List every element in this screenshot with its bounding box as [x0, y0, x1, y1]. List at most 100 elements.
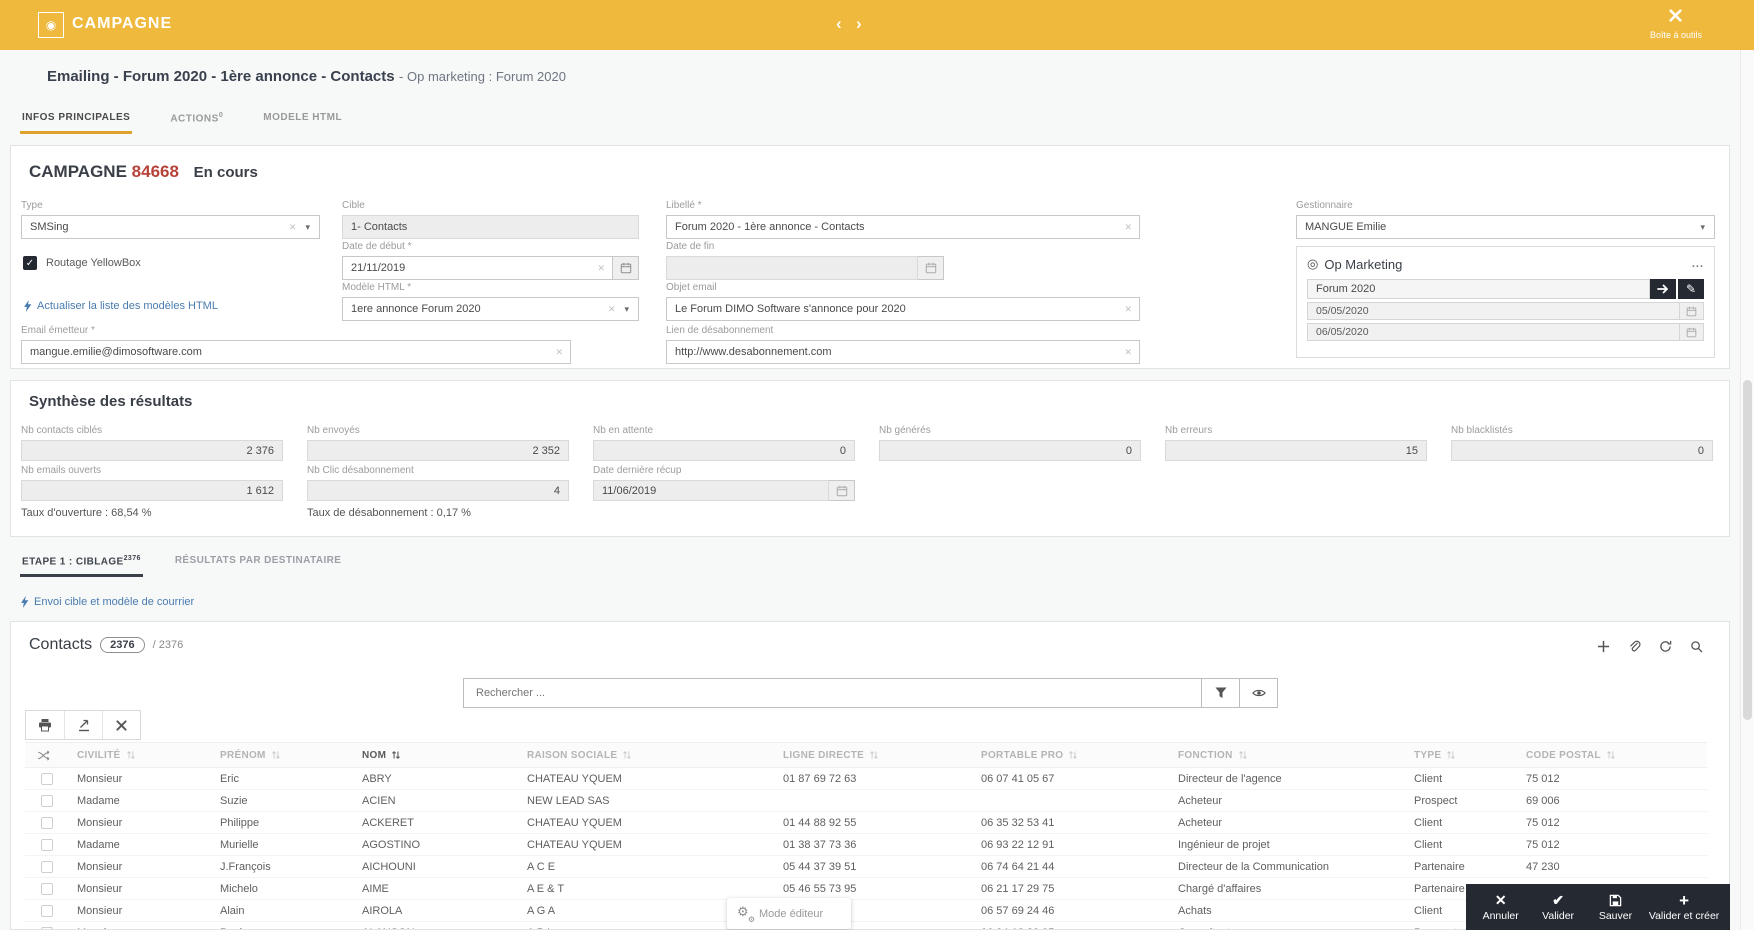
- print-button[interactable]: [26, 711, 64, 739]
- sort-icon[interactable]: [1068, 750, 1078, 760]
- shuffle-icon[interactable]: [25, 742, 71, 768]
- search-input[interactable]: [464, 687, 1201, 699]
- envoi-cible-link[interactable]: Envoi cible et modèle de courrier: [20, 596, 194, 608]
- gestionnaire-select[interactable]: [1297, 221, 1699, 233]
- editor-mode-button[interactable]: ⚙ ⚙ Mode éditeur: [727, 898, 851, 929]
- objet-email-field: Objet email ✕: [666, 282, 1140, 321]
- calendar-icon: [829, 480, 855, 501]
- attach-icon[interactable]: [1628, 640, 1641, 653]
- row-checkbox[interactable]: [41, 838, 53, 851]
- lightning-icon: [24, 300, 32, 312]
- routage-checkbox[interactable]: ✓: [23, 256, 37, 270]
- op-date-start: 05/05/2020: [1307, 302, 1680, 320]
- refresh-models-link[interactable]: Actualiser la liste des modèles HTML: [23, 300, 218, 312]
- sort-icon[interactable]: [869, 750, 879, 760]
- table-row[interactable]: Monsieur Philippe ACKERET CHATEAU YQUEM 01 4…: [25, 811, 1707, 834]
- sort-icon[interactable]: [126, 750, 136, 760]
- clear-icon[interactable]: ✕: [601, 304, 623, 315]
- modele-html-input[interactable]: [343, 303, 601, 315]
- routage-checkbox-row[interactable]: ✓ Routage YellowBox: [23, 256, 141, 270]
- save-button[interactable]: Sauver: [1591, 892, 1639, 922]
- table-row[interactable]: Monsieur Michelo AIME A E & T 05 46 55 73 95…: [25, 877, 1707, 900]
- table-row[interactable]: MonsieurPaulALANSONA P I06 94 18 89 95Co…: [25, 921, 1707, 929]
- cell-code-postal: 75 012: [1520, 811, 1707, 834]
- row-checkbox[interactable]: [41, 904, 53, 917]
- tools-button[interactable]: [102, 711, 140, 739]
- table-row[interactable]: Madame Murielle AGOSTINO CHATEAU YQUEM 01 38…: [25, 833, 1707, 856]
- tab-resultats-destinataire[interactable]: RÉSULTATS PAR DESTINATAIRE: [173, 551, 344, 577]
- op-date-end: 06/05/2020: [1307, 323, 1680, 341]
- sort-icon[interactable]: [271, 750, 281, 760]
- lien-desabonnement-input[interactable]: [667, 346, 1118, 358]
- table-row[interactable]: Madame Suzie ACIEN NEW LEAD SAS Acheteur Pros…: [25, 789, 1707, 812]
- cell-fonction: Chargé d'affaires: [1172, 877, 1408, 900]
- clear-icon[interactable]: ✕: [1117, 222, 1139, 233]
- sort-icon[interactable]: [391, 750, 401, 760]
- clear-icon[interactable]: ✕: [282, 222, 304, 233]
- visibility-button[interactable]: [1240, 678, 1278, 708]
- gear-icon: ⚙ ⚙: [737, 904, 755, 924]
- chevron-down-icon[interactable]: ▾: [303, 222, 319, 233]
- clear-icon[interactable]: ✕: [1117, 304, 1139, 315]
- chevron-down-icon[interactable]: ▾: [1698, 222, 1714, 233]
- table-row[interactable]: Monsieur J.François AICHOUNI A C E 05 44 37 …: [25, 855, 1707, 878]
- sort-icon[interactable]: [1446, 750, 1456, 760]
- cell-prenom: Eric: [214, 767, 356, 790]
- row-checkbox[interactable]: [41, 772, 53, 785]
- contacts-count-badge: 2376: [100, 637, 145, 653]
- row-checkbox[interactable]: [41, 926, 53, 929]
- chevron-left-icon[interactable]: ‹: [836, 14, 842, 34]
- tab-infos-principales[interactable]: INFOS PRINCIPALES: [20, 108, 133, 134]
- toolbox-button[interactable]: Boîte à outils: [1650, 8, 1702, 40]
- date-debut-input[interactable]: [343, 262, 591, 274]
- edit-pencil-button[interactable]: ✎: [1678, 279, 1704, 299]
- stat-erreurs: Nb erreurs: [1165, 425, 1427, 461]
- row-checkbox[interactable]: [41, 882, 53, 895]
- clear-icon[interactable]: ✕: [1117, 347, 1139, 358]
- scrollbar-thumb[interactable]: [1743, 380, 1752, 720]
- export-button[interactable]: [64, 711, 102, 739]
- libelle-input[interactable]: [667, 221, 1118, 233]
- row-checkbox[interactable]: [41, 794, 53, 807]
- objet-email-input[interactable]: [667, 303, 1118, 315]
- refresh-icon[interactable]: [1659, 640, 1672, 653]
- calendar-icon[interactable]: [613, 256, 639, 280]
- tab-modele-html[interactable]: MODELE HTML: [261, 108, 344, 134]
- cell-type: Partenaire: [1408, 855, 1520, 878]
- row-checkbox[interactable]: [41, 860, 53, 873]
- table-row[interactable]: Monsieur Eric ABRY CHATEAU YQUEM 01 87 69 72…: [25, 767, 1707, 790]
- calendar-icon: [1680, 302, 1704, 320]
- cell-raison-sociale: NEW LEAD SAS: [521, 789, 777, 812]
- col-type: TYPE: [1408, 742, 1520, 768]
- sort-icon[interactable]: [1238, 750, 1248, 760]
- sort-icon[interactable]: [1606, 750, 1616, 760]
- cancel-button[interactable]: ✕ Annuler: [1477, 892, 1525, 922]
- search-icon[interactable]: [1690, 640, 1703, 653]
- row-checkbox[interactable]: [41, 816, 53, 829]
- sort-icon[interactable]: [622, 750, 632, 760]
- stat-value: [22, 444, 282, 457]
- add-icon[interactable]: [1597, 640, 1610, 653]
- type-input[interactable]: [22, 221, 282, 233]
- go-to-arrow-button[interactable]: [1650, 279, 1676, 299]
- cell-code-postal: 47 230: [1520, 855, 1707, 878]
- validate-and-create-button[interactable]: + Valider et créer: [1649, 891, 1719, 923]
- validate-button[interactable]: ✔ Valider: [1534, 892, 1582, 922]
- chevron-right-icon[interactable]: ›: [856, 14, 862, 34]
- stat-value: [594, 484, 828, 497]
- vertical-scrollbar[interactable]: [1740, 50, 1754, 930]
- table-toolbar: [25, 710, 141, 740]
- col-civilite: CIVILITÉ: [71, 742, 214, 768]
- op-marketing-name: Forum 2020: [1307, 279, 1650, 299]
- email-sender-input[interactable]: [22, 346, 549, 358]
- table-row[interactable]: Monsieur Alain AIROLA A G A 06 57 69 24 46 Ac…: [25, 899, 1707, 922]
- filter-button[interactable]: [1202, 678, 1240, 708]
- clear-icon[interactable]: ✕: [590, 263, 612, 274]
- more-menu-icon[interactable]: ...: [1692, 258, 1704, 270]
- tab-actions[interactable]: ACTIONS0: [168, 108, 225, 134]
- chevron-down-icon[interactable]: ▾: [622, 304, 638, 315]
- cell-ligne-directe: 01 44 88 92 55: [777, 811, 975, 834]
- tab-etape1-ciblage[interactable]: ETAPE 1 : CIBLAGE2376: [20, 551, 143, 578]
- cible-field: Cible: [342, 200, 639, 239]
- clear-icon[interactable]: ✕: [548, 347, 570, 358]
